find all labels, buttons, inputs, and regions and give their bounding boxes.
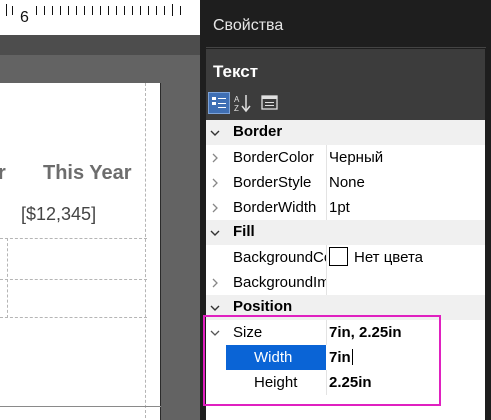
chevron-right-icon[interactable] xyxy=(209,277,221,289)
property-name: BorderWidth xyxy=(233,199,317,216)
sort-alphabetical-icon: A Z xyxy=(234,95,251,113)
category-label: Position xyxy=(233,298,293,315)
categorized-icon xyxy=(212,97,226,108)
property-name: BorderStyle xyxy=(233,174,312,191)
cell-this-year-value[interactable]: [$12,345] xyxy=(21,204,96,225)
property-name: BackgroundColor xyxy=(233,249,326,266)
category-border[interactable]: Border xyxy=(206,120,485,145)
category-fill[interactable]: Fill xyxy=(206,220,485,245)
color-swatch xyxy=(329,247,348,266)
svg-text:Z: Z xyxy=(234,104,239,113)
property-value[interactable] xyxy=(326,270,485,295)
property-name: BackgroundImage xyxy=(233,274,326,291)
property-row-borderwidth[interactable]: BorderWidth 1pt xyxy=(206,195,485,220)
category-label: Border xyxy=(233,123,283,140)
page-bottom-edge xyxy=(0,406,161,407)
categorized-button[interactable] xyxy=(208,92,230,114)
property-value[interactable]: None xyxy=(326,170,485,195)
property-value-text: Нет цвета xyxy=(354,249,423,266)
chevron-right-icon[interactable] xyxy=(209,177,221,189)
property-row-backgroundcolor[interactable]: BackgroundColor Нет цвета xyxy=(206,245,485,270)
property-pages-icon xyxy=(261,95,278,110)
column-header-fragment: r xyxy=(0,162,6,184)
tablix[interactable] xyxy=(0,238,147,318)
chevron-down-icon xyxy=(210,230,220,236)
panel-title: Свойства xyxy=(213,17,284,34)
horizontal-ruler: 6 xyxy=(0,0,200,35)
chevron-right-icon[interactable] xyxy=(209,152,221,164)
property-pages-button[interactable] xyxy=(259,92,281,114)
ruler-shadow xyxy=(0,35,200,55)
ruler-label: 6 xyxy=(20,9,29,26)
category-label: Fill xyxy=(233,223,255,240)
callout-highlight-box xyxy=(203,315,441,406)
property-name: BorderColor xyxy=(233,149,314,166)
svg-text:A: A xyxy=(234,95,240,104)
chevron-down-icon xyxy=(210,305,220,311)
selected-object-name: Текст xyxy=(213,62,259,81)
property-value-background-color[interactable]: Нет цвета xyxy=(326,245,485,270)
chevron-down-icon xyxy=(210,130,220,136)
property-row-borderstyle[interactable]: BorderStyle None xyxy=(206,170,485,195)
property-value[interactable]: 1pt xyxy=(326,195,485,220)
property-row-backgroundimage[interactable]: BackgroundImage xyxy=(206,270,485,295)
column-header-this-year[interactable]: This Year xyxy=(43,162,132,185)
report-design-surface: 6 r This Year [$12,345] xyxy=(0,0,200,420)
chevron-right-icon[interactable] xyxy=(209,202,221,214)
panel-separator xyxy=(206,47,486,48)
report-page[interactable] xyxy=(0,83,161,420)
property-value[interactable]: Черный xyxy=(326,145,485,170)
property-row-bordercolor[interactable]: BorderColor Черный xyxy=(206,145,485,170)
alphabetical-button[interactable]: A Z xyxy=(232,92,254,114)
properties-toolbar: A Z xyxy=(208,92,288,114)
